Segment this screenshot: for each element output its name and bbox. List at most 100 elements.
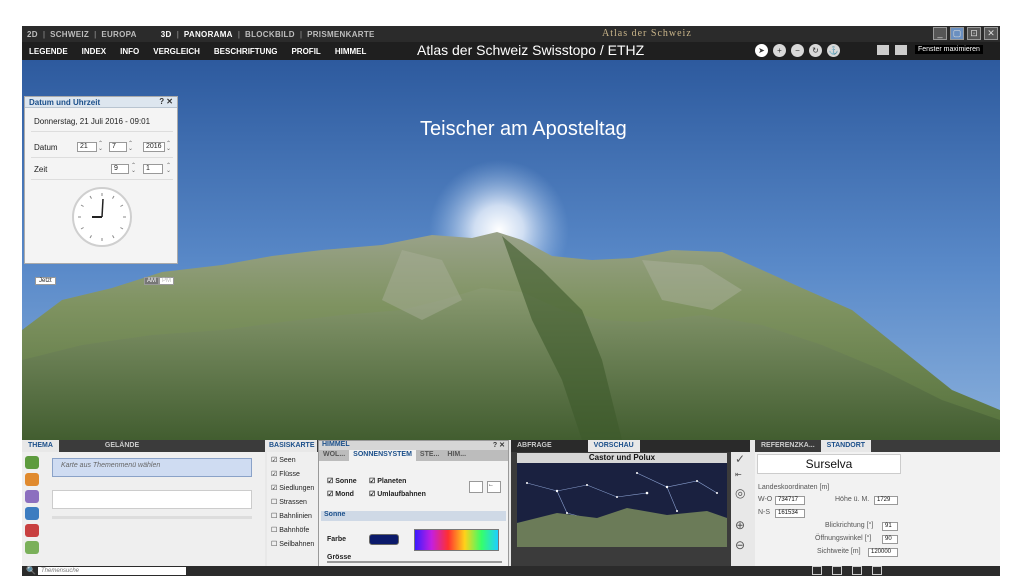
ns-field[interactable]: 161534 — [775, 509, 805, 518]
zoom-in-icon[interactable]: + — [773, 44, 786, 57]
mode-panorama[interactable]: PANORAMA — [179, 30, 238, 39]
groesse-label: Grösse — [327, 554, 352, 561]
environment-icon[interactable] — [25, 541, 39, 554]
mode-schweiz[interactable]: SCHWEIZ — [45, 30, 94, 39]
panorama-view[interactable]: Teischer am Aposteltag Datum und Uhrzeit… — [22, 60, 1000, 440]
anchor-icon[interactable]: ⚓ — [827, 44, 840, 57]
transport-icon[interactable] — [25, 507, 39, 520]
settings-icon[interactable] — [872, 566, 882, 575]
pointer-icon[interactable]: ➤ — [755, 44, 768, 57]
now-button[interactable]: Jetzt — [35, 277, 56, 285]
wo-field[interactable]: 734717 — [775, 496, 805, 505]
layout-single-icon[interactable] — [877, 45, 889, 55]
sun-color-swatch[interactable] — [369, 534, 399, 545]
people-icon[interactable] — [25, 473, 39, 486]
window-help-close-icon[interactable]: ? ✕ — [159, 97, 173, 106]
home-icon[interactable] — [812, 566, 822, 575]
color-gradient-picker[interactable] — [414, 529, 499, 551]
maximize-button[interactable]: Fenster maximieren — [915, 45, 983, 54]
himmel-help-close-icon[interactable]: ? ✕ — [493, 441, 505, 449]
economy-icon[interactable] — [25, 490, 39, 503]
check-icon[interactable]: ✓ — [735, 452, 745, 466]
day-stepper-icon[interactable]: ⌃ ⌄ — [98, 141, 104, 152]
mode-blockbild[interactable]: BLOCKBILD — [240, 30, 300, 39]
theme-secondary-select[interactable] — [52, 490, 252, 509]
theme-transparency-slider[interactable] — [52, 516, 252, 519]
restore-icon[interactable]: ▢ — [950, 27, 964, 40]
back-icon[interactable]: ⇤ — [735, 470, 742, 479]
reset-arrow-icon[interactable]: ← — [487, 481, 501, 493]
year-field[interactable]: 2016 — [143, 142, 165, 152]
zoom-out-icon[interactable]: ⊖ — [735, 538, 745, 552]
year-stepper-icon[interactable]: ⌃ ⌄ — [166, 141, 172, 152]
search-icon[interactable]: 🔍 — [26, 566, 36, 575]
mode-prismenkarte[interactable]: PRISMENKARTE — [302, 30, 380, 39]
basis-item[interactable]: ☑ Seen — [271, 456, 296, 464]
minute-field[interactable]: 1 — [143, 164, 163, 174]
menu-vergleich[interactable]: VERGLEICH — [146, 47, 207, 56]
tab-wolken[interactable]: WOL... — [319, 450, 349, 461]
basis-item[interactable]: ☐ Strassen — [271, 498, 307, 506]
tab-abfrage[interactable]: ABFRAGE — [511, 440, 558, 452]
fullscreen-icon[interactable]: ⊡ — [967, 27, 981, 40]
hour-field[interactable]: 9 — [111, 164, 129, 174]
theme-map-select[interactable]: Karte aus Themenmenü wählen — [52, 458, 252, 477]
close-icon[interactable]: ✕ — [984, 27, 998, 40]
himmel-header[interactable]: HIMMEL ? ✕ — [319, 441, 508, 450]
bookmark-icon[interactable] — [832, 566, 842, 575]
blickrichtung-field[interactable]: 91 — [882, 522, 898, 531]
layout-split-icon[interactable] — [895, 45, 907, 55]
sichtweite-field[interactable]: 120000 — [868, 548, 898, 557]
mode-europa[interactable]: EUROPA — [96, 30, 141, 39]
planeten-checkbox[interactable]: ☑ Planeten — [369, 477, 406, 485]
tab-himmel[interactable]: HIM... — [443, 450, 470, 461]
basis-item[interactable]: ☑ Siedlungen — [271, 484, 314, 492]
mode-3d[interactable]: 3D — [156, 30, 177, 39]
sonne-section-header[interactable]: Sonne — [321, 511, 506, 521]
minimize-icon[interactable]: _ — [933, 27, 947, 40]
theme-search-input[interactable]: Themensuche — [38, 567, 186, 575]
apply-check-icon[interactable] — [469, 481, 483, 493]
basis-item[interactable]: ☑ Flüsse — [271, 470, 300, 478]
menu-legende[interactable]: LEGENDE — [22, 47, 75, 56]
month-stepper-icon[interactable]: ⌃ ⌄ — [128, 141, 134, 152]
tab-vorschau[interactable]: VORSCHAU — [587, 440, 640, 452]
am-toggle[interactable]: AM — [144, 277, 159, 285]
zoom-in-icon[interactable]: ⊕ — [735, 518, 745, 532]
mode-2d[interactable]: 2D — [22, 30, 43, 39]
compass-icon[interactable]: ◎ — [735, 486, 745, 500]
tab-sterne[interactable]: STE... — [416, 450, 443, 461]
date-window-header[interactable]: Datum und Uhrzeit ? ✕ — [25, 97, 177, 108]
tab-basiskarte[interactable]: BASISKARTE — [267, 440, 317, 452]
tab-gelaende[interactable]: GELÄNDE — [99, 440, 145, 452]
menu-profil[interactable]: PROFIL — [284, 47, 327, 56]
basis-item[interactable]: ☐ Bahnhöfe — [271, 526, 309, 534]
print-icon[interactable] — [852, 566, 862, 575]
day-field[interactable]: 21 — [77, 142, 97, 152]
umlaufbahnen-checkbox[interactable]: ☑ Umlaufbahnen — [369, 490, 426, 498]
tab-sonnensystem[interactable]: SONNENSYSTEM — [349, 450, 416, 461]
analog-clock[interactable] — [72, 187, 132, 247]
rotate-icon[interactable]: ↻ — [809, 44, 822, 57]
hour-stepper-icon[interactable]: ⌃ ⌄ — [131, 163, 137, 174]
tab-thema[interactable]: THEMA — [22, 440, 59, 452]
menu-info[interactable]: INFO — [113, 47, 146, 56]
tab-referenzkarte[interactable]: REFERENZKA... — [755, 440, 821, 452]
menu-index[interactable]: INDEX — [75, 47, 113, 56]
month-field[interactable]: 7 — [109, 142, 127, 152]
energy-icon[interactable] — [25, 524, 39, 537]
size-slider[interactable] — [327, 561, 502, 563]
tab-standort[interactable]: STANDORT — [820, 440, 872, 452]
mond-checkbox[interactable]: ☑ Mond — [327, 490, 354, 498]
basis-item[interactable]: ☐ Seilbahnen — [271, 540, 314, 548]
basis-item[interactable]: ☐ Bahnlinien — [271, 512, 312, 520]
menu-beschriftung[interactable]: BESCHRIFTUNG — [207, 47, 285, 56]
minute-stepper-icon[interactable]: ⌃ ⌄ — [166, 163, 172, 174]
nature-icon[interactable] — [25, 456, 39, 469]
oeffnungswinkel-field[interactable]: 90 — [882, 535, 898, 544]
sonne-checkbox[interactable]: ☑ Sonne — [327, 477, 357, 485]
pm-toggle[interactable]: PM — [159, 277, 174, 285]
menu-himmel[interactable]: HIMMEL — [328, 47, 374, 56]
hoehe-field[interactable]: 1729 — [874, 496, 898, 505]
zoom-out-icon[interactable]: − — [791, 44, 804, 57]
